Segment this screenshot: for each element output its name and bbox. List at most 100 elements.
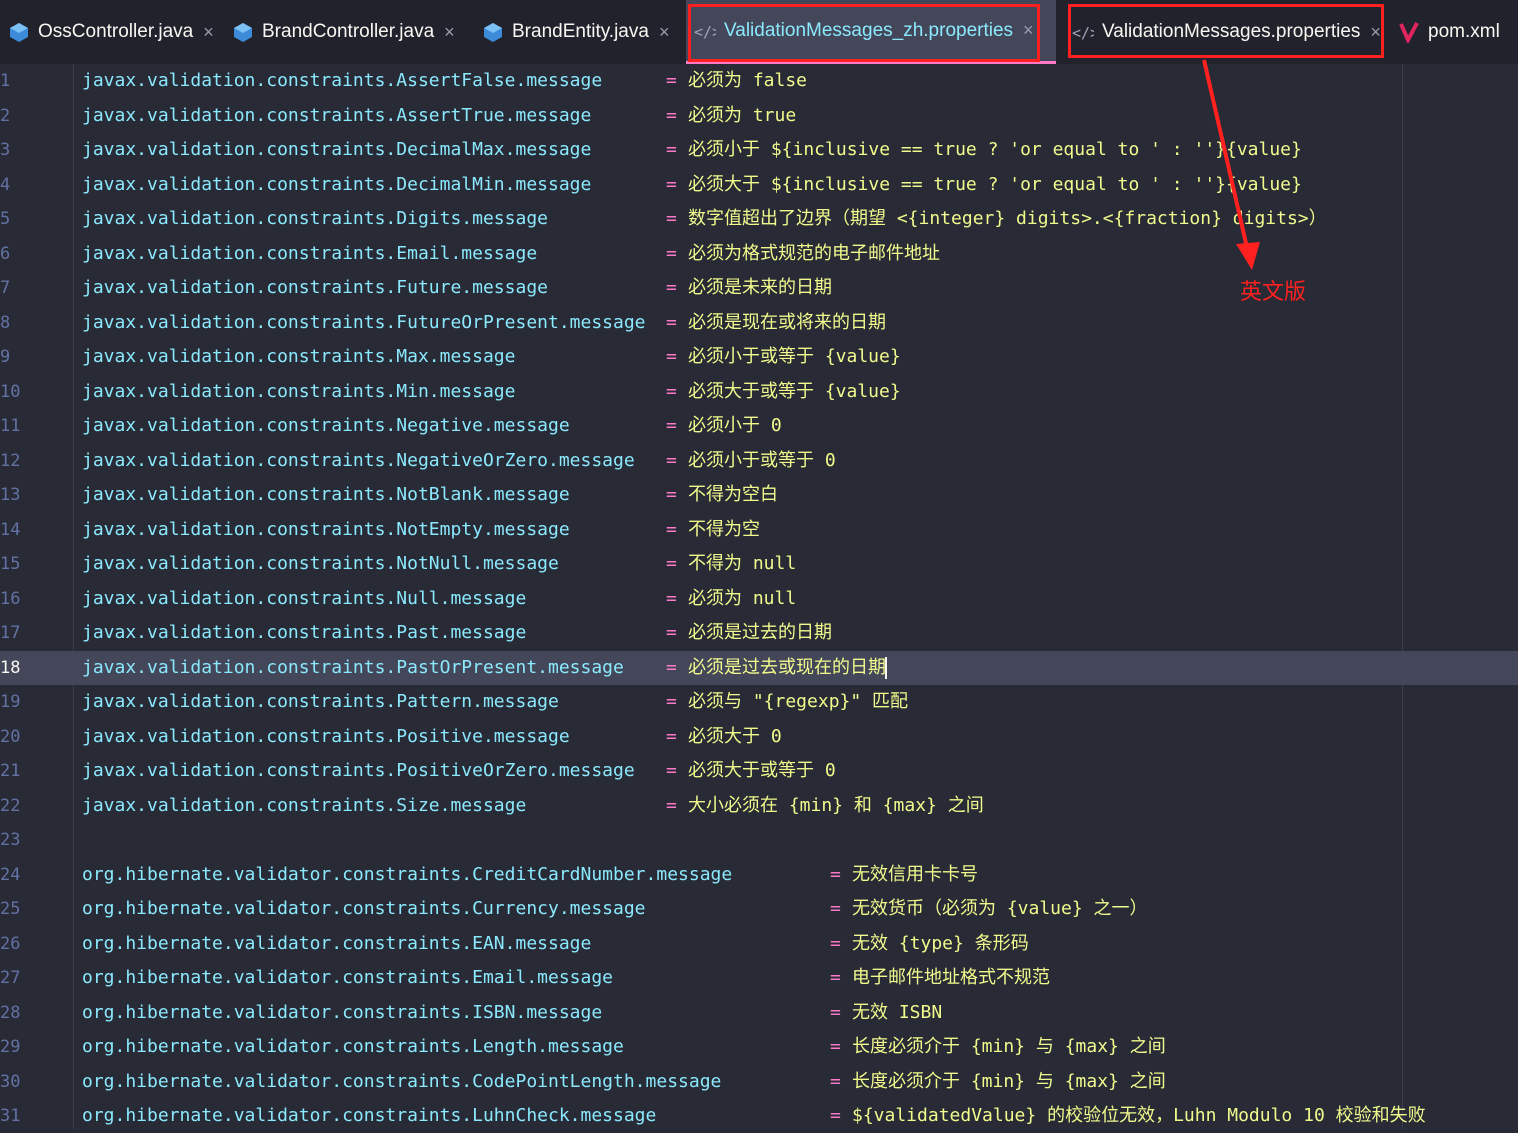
property-value: 必须大于或等于 {value} (688, 380, 901, 402)
line-number: 13 (0, 485, 21, 505)
code-line[interactable]: 20 javax.validation.constraints.Positive.… (0, 720, 1518, 754)
code-line[interactable]: 21 javax.validation.constraints.PositiveO… (0, 754, 1518, 788)
line-number: 30 (0, 1071, 21, 1092)
line-number: 23 (0, 830, 21, 850)
code-line[interactable]: 8 javax.validation.constraints.FutureOrPr… (0, 306, 1518, 340)
java-class-icon (482, 21, 504, 43)
equals-sign: = (830, 1036, 841, 1057)
line-number: 28 (0, 1002, 21, 1023)
equals-sign: = (666, 277, 677, 298)
line-number: 7 (0, 278, 11, 298)
equals-sign: = (666, 104, 677, 126)
tab-2[interactable]: BrandEntity.java × (474, 0, 686, 64)
code-line[interactable]: 26 org.hibernate.validator.constraints.EA… (0, 927, 1518, 961)
equals-sign: = (666, 173, 677, 195)
code-line[interactable]: 15 javax.validation.constraints.NotNull.m… (0, 547, 1518, 581)
line-number: 12 (0, 450, 21, 471)
property-key: javax.validation.constraints.Pattern.mes… (82, 691, 559, 712)
tab-label: OssController.java (38, 21, 194, 42)
property-key: javax.validation.constraints.Max.message (82, 346, 516, 367)
tab-1[interactable]: BrandController.java × (224, 0, 474, 64)
code-line[interactable]: 30 org.hibernate.validator.constraints.Co… (0, 1065, 1518, 1099)
line-number: 2 (0, 105, 11, 126)
property-value: 必须与 "{regexp}" 匹配 (688, 691, 909, 712)
code-line[interactable]: 18 javax.validation.constraints.PastOrPre… (0, 650, 1518, 685)
equals-sign: = (666, 725, 677, 747)
property-key: javax.validation.constraints.NotEmpty.me… (82, 518, 570, 540)
code-line[interactable]: 28 org.hibernate.validator.constraints.IS… (0, 996, 1518, 1030)
code-line[interactable]: 23 (0, 823, 1518, 857)
code-line[interactable]: 1 javax.validation.constraints.AssertFals… (0, 64, 1518, 98)
equals-sign: = (666, 380, 677, 402)
code-line[interactable]: 16 javax.validation.constraints.Null.mess… (0, 582, 1518, 616)
line-number: 15 (0, 554, 21, 574)
code-line[interactable]: 19 javax.validation.constraints.Pattern.m… (0, 685, 1518, 719)
equals-sign: = (666, 415, 677, 436)
code-line[interactable]: 13 javax.validation.constraints.NotBlank.… (0, 478, 1518, 512)
property-key: org.hibernate.validator.constraints.Cred… (82, 863, 733, 885)
equals-sign: = (666, 587, 677, 609)
java-class-icon (232, 21, 254, 43)
equals-sign: = (830, 898, 841, 919)
code-line[interactable]: 25 org.hibernate.validator.constraints.Cu… (0, 892, 1518, 926)
line-number: 11 (0, 416, 21, 436)
tab-5[interactable]: pom.xml (1390, 0, 1518, 64)
property-value: 电子邮件地址格式不规范 (852, 967, 1050, 988)
line-number: 10 (0, 381, 21, 402)
property-value: 必须是未来的日期 (688, 277, 832, 298)
property-key: org.hibernate.validator.constraints.Luhn… (82, 1105, 657, 1126)
close-tab-icon[interactable]: × (659, 22, 670, 43)
equals-sign: = (666, 139, 677, 160)
code-line[interactable]: 2 javax.validation.constraints.AssertTrue… (0, 99, 1518, 133)
annotation-box-zh-tab (688, 4, 1040, 62)
equals-sign: = (830, 1070, 841, 1092)
equals-sign: = (666, 242, 677, 264)
code-line[interactable]: 12 javax.validation.constraints.NegativeO… (0, 444, 1518, 478)
code-line[interactable]: 10 javax.validation.constraints.Min.messa… (0, 375, 1518, 409)
property-key: javax.validation.constraints.Negative.me… (82, 415, 570, 436)
code-line[interactable]: 22 javax.validation.constraints.Size.mess… (0, 789, 1518, 823)
code-line[interactable]: 17 javax.validation.constraints.Past.mess… (0, 616, 1518, 650)
code-line[interactable]: 31 org.hibernate.validator.constraints.Lu… (0, 1099, 1518, 1133)
property-key: javax.validation.constraints.AssertFalse… (82, 70, 603, 91)
tab-label: BrandEntity.java (512, 21, 649, 42)
code-line[interactable]: 9 javax.validation.constraints.Max.messag… (0, 340, 1518, 374)
line-number: 25 (0, 899, 21, 919)
code-line[interactable]: 4 javax.validation.constraints.DecimalMin… (0, 168, 1518, 202)
code-line[interactable]: 27 org.hibernate.validator.constraints.Em… (0, 961, 1518, 995)
code-line[interactable]: 24 org.hibernate.validator.constraints.Cr… (0, 858, 1518, 892)
property-key: javax.validation.constraints.Null.messag… (82, 587, 527, 609)
property-key: javax.validation.constraints.Size.messag… (82, 794, 527, 816)
code-line[interactable]: 11 javax.validation.constraints.Negative.… (0, 409, 1518, 443)
code-line[interactable]: 29 org.hibernate.validator.constraints.Le… (0, 1030, 1518, 1064)
equals-sign: = (830, 863, 841, 885)
code-line[interactable]: 14 javax.validation.constraints.NotEmpty.… (0, 513, 1518, 547)
equals-sign: = (830, 1105, 841, 1126)
property-value: 必须小于或等于 0 (688, 449, 836, 471)
property-key: javax.validation.constraints.PastOrPrese… (82, 656, 624, 678)
tab-0[interactable]: OssController.java × (0, 0, 224, 64)
property-value: 无效 ISBN (852, 1001, 943, 1023)
property-value: 必须大于 0 (688, 725, 782, 747)
property-value: ${validatedValue} 的校验位无效，Luhn Modulo 10 … (852, 1105, 1426, 1126)
equals-sign: = (666, 311, 677, 333)
property-key: javax.validation.constraints.NotNull.mes… (82, 553, 559, 574)
property-value: 必须为 true (688, 104, 797, 126)
equals-sign: = (666, 656, 677, 678)
code-line[interactable]: 6 javax.validation.constraints.Email.mess… (0, 237, 1518, 271)
code-line[interactable]: 3 javax.validation.constraints.DecimalMax… (0, 133, 1518, 167)
equals-sign: = (666, 760, 677, 781)
equals-sign: = (666, 622, 677, 643)
code-line[interactable]: 5 javax.validation.constraints.Digits.mes… (0, 202, 1518, 236)
property-key: javax.validation.constraints.Min.message (82, 380, 516, 402)
property-key: javax.validation.constraints.Past.messag… (82, 622, 527, 643)
property-value: 必须为格式规范的电子邮件地址 (688, 242, 940, 264)
property-key: javax.validation.constraints.AssertTrue.… (82, 104, 592, 126)
close-tab-icon[interactable]: × (444, 22, 455, 43)
property-value: 必须为 null (688, 587, 797, 609)
tab-label: pom.xml (1428, 21, 1500, 42)
line-number: 6 (0, 243, 11, 264)
property-value: 必须小于或等于 {value} (688, 346, 901, 367)
line-number: 22 (0, 795, 21, 816)
close-tab-icon[interactable]: × (203, 22, 214, 43)
